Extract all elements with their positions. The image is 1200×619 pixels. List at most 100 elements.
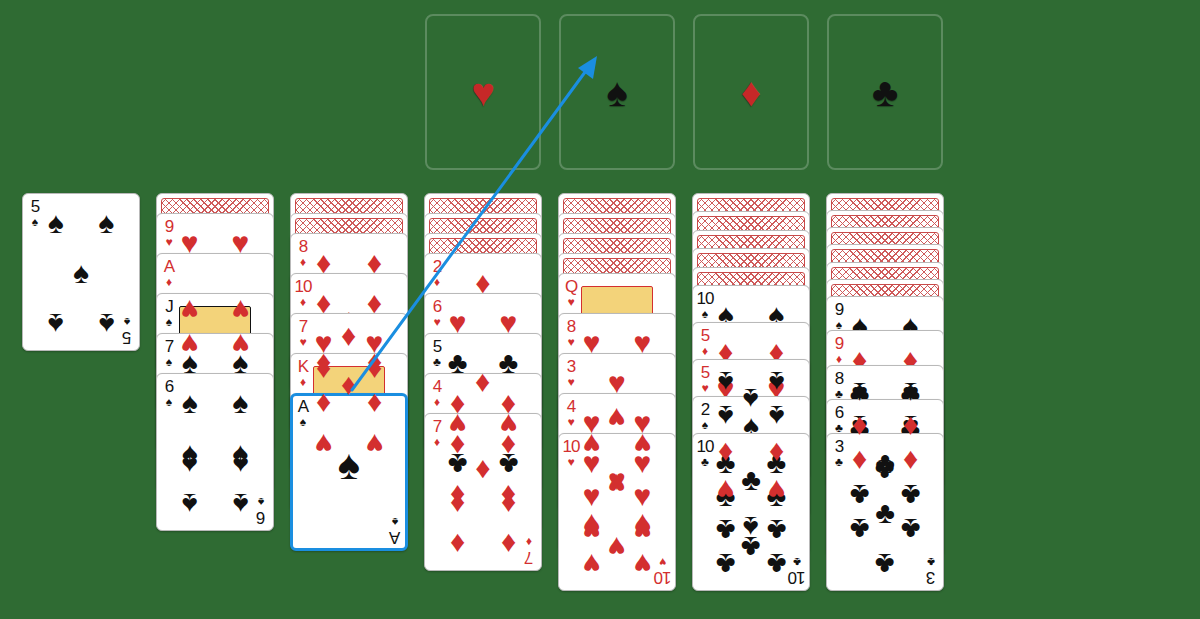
pip: ♣ <box>764 547 789 581</box>
foundation-slot[interactable]: ♣ <box>827 14 943 170</box>
card-corner: 10♥ <box>655 556 671 586</box>
pip: ♠ <box>43 307 68 341</box>
card-corner: 8♦ <box>295 238 311 268</box>
tableau-pile: 10♠♠♠♠♠♠♠♠♠♠♠5♦♦♦♦♦♦5♥♥♥♥♥♥2♠♠♠10♣♣♣♣♣♣♣… <box>692 193 810 591</box>
pip: ♠ <box>713 399 738 433</box>
pip: ♠ <box>847 376 872 410</box>
pip: ♥ <box>496 407 521 441</box>
tableau-pile: Q♥8♥♥♥♥♥♥♥♥♥3♥♥♥♥4♥♥♥♥♥10♥♥♥♥♥♥♥♥♥♥♥10♥ <box>558 193 676 591</box>
waste-pile: 5♠♠♠♠♠♠5♠ <box>22 193 140 591</box>
pip: ♣ <box>847 478 872 512</box>
pip: ♥ <box>604 467 629 501</box>
pip: ♠ <box>738 382 763 416</box>
pip: ♥ <box>579 547 604 581</box>
pip: ♠ <box>94 307 119 341</box>
pip: ♦ <box>445 527 470 561</box>
playing-card[interactable]: 6♠♠♠♠♠♠♠6♠ <box>156 373 274 531</box>
pip: ♥ <box>630 547 655 581</box>
pip: ♠ <box>764 365 789 399</box>
card-corner: 8♣ <box>831 370 847 400</box>
card-corner: 7♦ <box>429 418 445 448</box>
card-corner: 2♠ <box>697 401 713 431</box>
card-corner: A♠ <box>387 516 403 546</box>
card-corner: 9♦ <box>831 335 847 365</box>
pip: ♥ <box>228 327 253 361</box>
pip: ♦ <box>496 527 521 561</box>
pip: ♠ <box>898 376 923 410</box>
pip: ♦ <box>764 436 789 470</box>
card-corner: 5♣ <box>429 338 445 368</box>
card-corner: 2♦ <box>429 258 445 288</box>
pip: ♠ <box>764 399 789 433</box>
pip: ♣ <box>898 478 923 512</box>
foundation-slot[interactable]: ♦ <box>693 14 809 170</box>
pip: ♠ <box>43 206 68 240</box>
foundation-slot[interactable]: ♠ <box>559 14 675 170</box>
card-corner: 3♣ <box>831 438 847 468</box>
card-corner: 6♠ <box>253 496 269 526</box>
pip: ♥ <box>228 293 253 327</box>
card-corner: 6♣ <box>831 404 847 434</box>
solitaire-board: ♥♠♦♣5♠♠♠♠♠♠5♠9♥♥♥♥♥♥♥♥♥♥A♦♦J♠7♠♠♠♠♠♠♠♠6♠… <box>0 0 1200 619</box>
card-corner: 5♠ <box>27 198 43 228</box>
pip: ♥ <box>713 473 738 507</box>
pip: ♣ <box>713 513 738 547</box>
hint-arrow-icon <box>0 0 1200 619</box>
pip: ♦ <box>898 444 923 478</box>
pip: ♥ <box>177 293 202 327</box>
card-corner: 3♣ <box>923 556 939 586</box>
pip: ♣ <box>847 512 872 546</box>
pip: ♥ <box>177 327 202 361</box>
card-corner: 9♠ <box>831 301 847 331</box>
card-corner: 7♥ <box>295 318 311 348</box>
tableau-pile: 9♠♠♠♠♠♠♠♠♠♠9♦♦♦♦♦♦♦♦♦♦8♣♣♣♣♣♣♣♣♣6♣♣♣♣♣♣♣… <box>826 193 944 591</box>
pip: ♠ <box>713 365 738 399</box>
pip: ♦ <box>311 387 336 421</box>
playing-card[interactable]: 5♠♠♠♠♠♠5♠ <box>22 193 140 351</box>
pip: ♣ <box>738 530 763 564</box>
card-corner: 4♦ <box>429 378 445 408</box>
tableau-pile: 8♦♦♦♦♦♦♦♦♦10♦♦♦♦♦♦♦♦♦♦♦7♥♥♥♥♥♥♥♥K♦A♠♠A♠ <box>290 193 408 591</box>
pip: ♣ <box>713 547 738 581</box>
card-corner: 10♠ <box>697 290 713 320</box>
pip: ♠ <box>228 447 253 481</box>
card-corner: 6♠ <box>161 378 177 408</box>
playing-card[interactable]: A♠ ♠ A♠ <box>290 393 408 551</box>
pip: ♦ <box>847 410 872 444</box>
card-corner: 9♥ <box>161 218 177 248</box>
pip: ♦ <box>311 353 336 387</box>
playing-card[interactable]: 7♦♦♦♦♦♦♦♦7♦ <box>424 413 542 571</box>
pip: ♦ <box>336 321 361 355</box>
pip: ♦ <box>336 370 361 404</box>
pip: ♣ <box>764 513 789 547</box>
foundation-slot[interactable]: ♥ <box>425 14 541 170</box>
card-corner: J♠ <box>161 298 177 328</box>
pip: ♦ <box>847 444 872 478</box>
card-corner: 8♥ <box>563 318 579 348</box>
foundation-suit: ♣ <box>872 72 898 112</box>
card-pips: ♠♠♠♠♠ <box>43 198 119 346</box>
playing-card[interactable]: 10♥♥♥♥♥♥♥♥♥♥♥10♥ <box>558 433 676 591</box>
card-corner: 5♥ <box>697 364 713 394</box>
tableau-pile: 2♦♦♦6♥♥♥♥♥♥♥5♣♣♣♣♣♣4♦♦♦♦♦7♦♦♦♦♦♦♦♦7♦ <box>424 193 542 591</box>
card-corner: 7♠ <box>161 338 177 368</box>
pip: ♠ <box>68 256 93 290</box>
pip: ♠ <box>336 440 361 490</box>
pip: ♠ <box>177 487 202 521</box>
foundation-suit: ♥ <box>471 72 495 112</box>
pip: ♦ <box>470 367 495 401</box>
pip: ♠ <box>228 386 253 420</box>
board-grid: ♥♠♦♣5♠♠♠♠♠♠5♠9♥♥♥♥♥♥♥♥♥♥A♦♦J♠7♠♠♠♠♠♠♠♠6♠… <box>22 14 1200 591</box>
pip: ♦ <box>362 387 387 421</box>
pip: ♥ <box>604 530 629 564</box>
card-corner: 10♦ <box>295 278 311 308</box>
card-corner: 7♦ <box>521 536 537 566</box>
pip: ♦ <box>445 487 470 521</box>
foundation-suit: ♦ <box>741 72 761 112</box>
pip: ♦ <box>713 436 738 470</box>
pip: ♥ <box>764 473 789 507</box>
pip: ♦ <box>898 410 923 444</box>
card-corner: 10♥ <box>563 438 579 468</box>
pip: ♦ <box>470 451 495 485</box>
card-corner: A♠ <box>295 398 311 428</box>
